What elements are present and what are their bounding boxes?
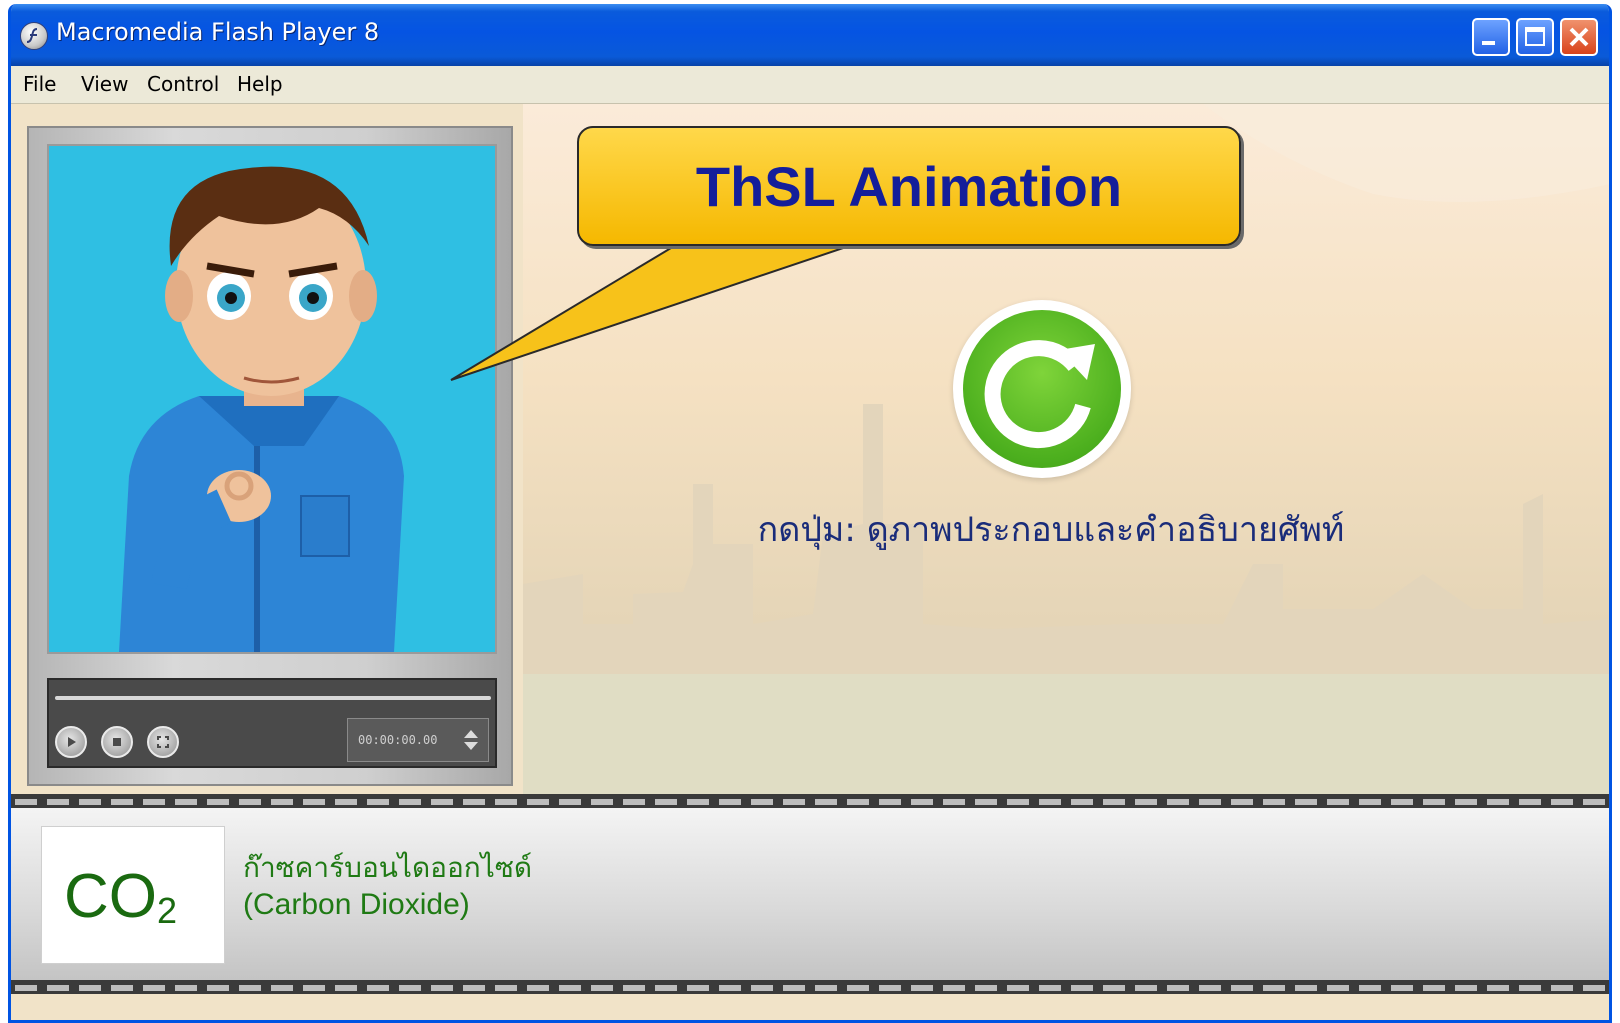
time-readout: 00:00:00.00 [358, 733, 438, 747]
close-button[interactable] [1560, 18, 1598, 56]
play-icon [68, 737, 76, 747]
flash-content: 00:00:00.00 กดปุ่ม: ดูภาพประกอบและคำอธิบ… [11, 104, 1609, 1020]
stop-button[interactable] [101, 726, 133, 758]
flash-player-window: Macromedia Flash Player 8 File View Cont… [8, 4, 1612, 1023]
seek-bar[interactable] [55, 696, 491, 700]
close-icon [1569, 27, 1589, 47]
signer-character-image [119, 166, 404, 652]
symbol-main: CO [64, 862, 157, 931]
window-title: Macromedia Flash Player 8 [56, 18, 380, 46]
thsl-callout: ThSL Animation [577, 126, 1241, 246]
spinner-arrows-icon[interactable] [462, 728, 480, 752]
menu-view[interactable]: View [81, 72, 128, 96]
callout-text: ThSL Animation [695, 154, 1123, 218]
play-button[interactable] [55, 726, 87, 758]
term-caption-bar: CO2 ก๊าซคาร์บอนไดออกไซด์ (Carbon Dioxide… [11, 808, 1609, 980]
flash-app-icon [20, 22, 48, 50]
sign-language-video[interactable] [47, 144, 497, 654]
minimize-button[interactable] [1472, 18, 1510, 56]
fullscreen-icon [157, 736, 169, 748]
co2-symbol: CO2 [64, 861, 177, 932]
term-symbol-card: CO2 [41, 826, 225, 964]
menu-bar: File View Control Help [11, 66, 1609, 104]
playback-controls: 00:00:00.00 [47, 678, 497, 768]
menu-file[interactable]: File [23, 72, 56, 96]
menu-control[interactable]: Control [147, 72, 219, 96]
symbol-subscript: 2 [157, 890, 178, 931]
ground-strip [523, 674, 1609, 794]
title-bar[interactable]: Macromedia Flash Player 8 [11, 4, 1609, 66]
maximize-icon [1525, 27, 1545, 46]
term-english-label: (Carbon Dioxide) [243, 888, 470, 921]
replay-button[interactable] [953, 300, 1131, 478]
minimize-icon [1482, 41, 1495, 45]
replay-icon [984, 340, 1095, 449]
time-display[interactable]: 00:00:00.00 [347, 718, 489, 762]
term-thai-label: ก๊าซคาร์บอนไดออกไซด์ [243, 851, 533, 884]
instruction-text: กดปุ่ม: ดูภาพประกอบและคำอธิบายศัพท์ [757, 510, 1345, 550]
stop-icon [113, 738, 121, 746]
fullscreen-button[interactable] [147, 726, 179, 758]
film-strip-top [11, 794, 1609, 809]
video-player: 00:00:00.00 [27, 126, 513, 786]
maximize-button[interactable] [1516, 18, 1554, 56]
film-strip-bottom [11, 980, 1609, 995]
menu-help[interactable]: Help [237, 72, 283, 96]
